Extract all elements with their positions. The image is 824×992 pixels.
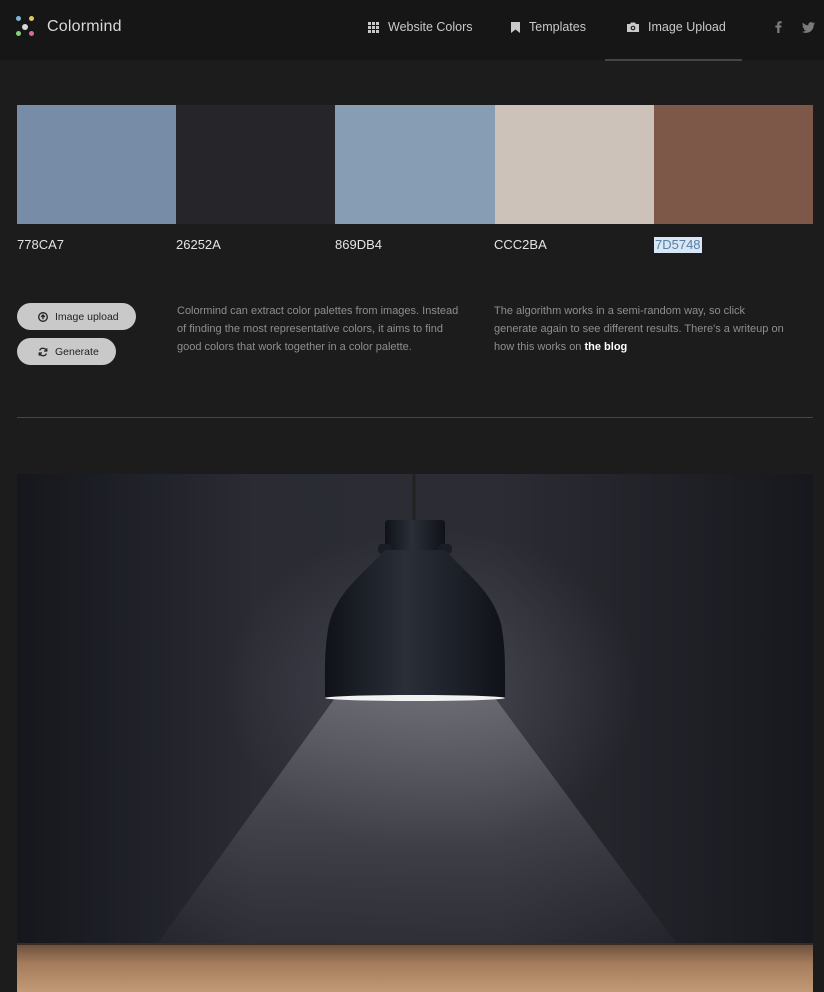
blog-link[interactable]: the blog [585, 341, 628, 353]
palette-hex-3[interactable]: 869DB4 [335, 237, 382, 253]
active-tab-indicator [605, 59, 742, 61]
upload-circle-icon [38, 311, 48, 322]
bookmark-icon [511, 21, 520, 33]
palette-swatch-1[interactable] [17, 105, 176, 224]
nav-website-colors-label: Website Colors [388, 20, 473, 34]
image-upload-button[interactable]: Image upload [17, 303, 136, 330]
brand-name: Colormind [47, 18, 122, 35]
palette-hex-4[interactable]: CCC2BA [494, 237, 547, 253]
palette-hex-5[interactable]: 7D5748 [654, 237, 702, 253]
nav-image-upload-label: Image Upload [648, 20, 726, 34]
algorithm-paragraph: The algorithm works in a semi-random way… [494, 302, 784, 357]
palette-hex-1[interactable]: 778CA7 [17, 237, 64, 253]
twitter-icon[interactable] [802, 17, 815, 37]
camera-icon [627, 22, 639, 32]
palette-swatch-4[interactable] [495, 105, 654, 224]
nav-templates[interactable]: Templates [511, 17, 586, 37]
facebook-icon[interactable] [775, 17, 782, 37]
uploaded-image-lamp-photo[interactable] [17, 474, 813, 992]
grid-icon [368, 21, 379, 33]
refresh-icon [38, 347, 48, 356]
nav-website-colors[interactable]: Website Colors [368, 17, 473, 37]
section-divider [17, 417, 813, 418]
palette-swatch-5[interactable] [654, 105, 813, 224]
image-upload-button-label: Image upload [55, 310, 119, 323]
algorithm-text: The algorithm works in a semi-random way… [494, 305, 784, 354]
generate-button-label: Generate [55, 345, 99, 358]
top-navbar: Colormind Website Colors Templates Image… [0, 0, 824, 61]
nav-templates-label: Templates [529, 20, 586, 34]
brand-home-link[interactable]: Colormind [16, 15, 122, 39]
nav-image-upload[interactable]: Image Upload [627, 17, 726, 37]
palette-swatch-3[interactable] [335, 105, 495, 224]
generate-button[interactable]: Generate [17, 338, 116, 365]
palette-hex-2[interactable]: 26252A [176, 237, 221, 253]
intro-paragraph: Colormind can extract color palettes fro… [177, 305, 459, 354]
colormind-logo-icon [16, 16, 38, 38]
palette-swatch-2[interactable] [176, 105, 335, 224]
